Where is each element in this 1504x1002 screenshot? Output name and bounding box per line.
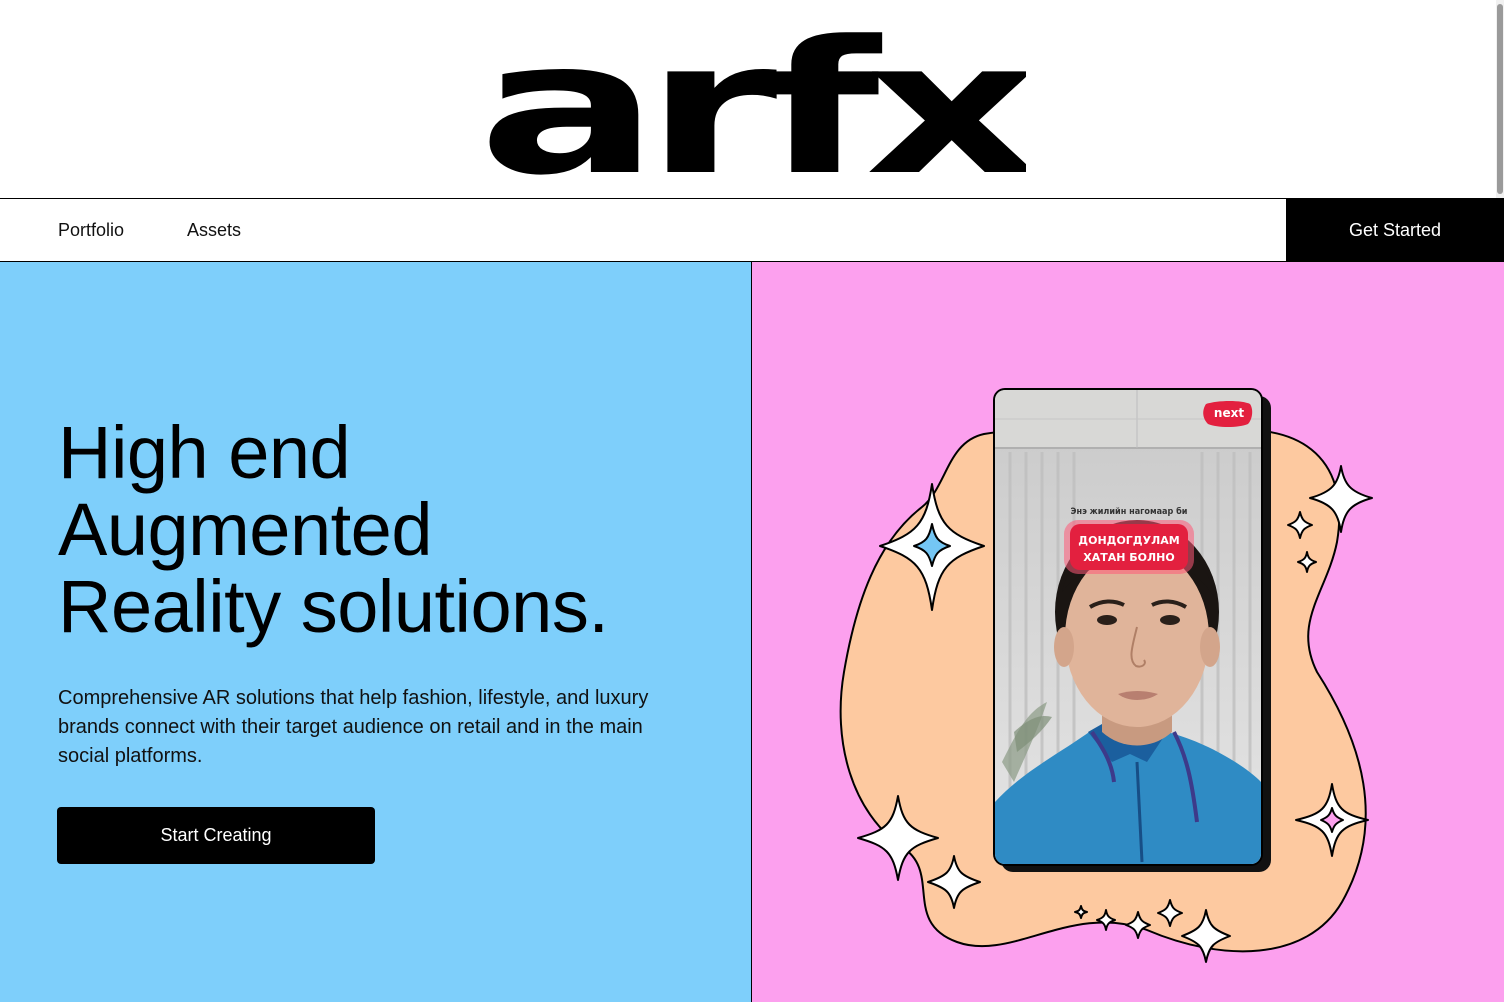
- logo-text: arfx: [478, 18, 1026, 178]
- nav-link-assets[interactable]: Assets: [187, 199, 241, 261]
- ar-banner-small-text: Энэ жилийн нагомаар би: [1071, 506, 1188, 517]
- get-started-button[interactable]: Get Started: [1286, 199, 1504, 261]
- headline-line-1: High end: [58, 411, 351, 494]
- hero-illustration: Энэ жилийн нагомаар би ДОНДОГДУЛАМ ХАТАН…: [839, 388, 1373, 963]
- arfx-logo[interactable]: arfx: [478, 18, 1026, 178]
- ar-banner-line2: ХАТАН БОЛНО: [1083, 551, 1174, 564]
- headline-line-3: Reality solutions.: [58, 565, 609, 648]
- header-logo-band: arfx: [0, 0, 1504, 199]
- nav-link-portfolio[interactable]: Portfolio: [58, 199, 124, 261]
- hero-left-panel: High end Augmented Reality solutions. Co…: [0, 262, 752, 1002]
- phone-screen: Энэ жилийн нагомаар би ДОНДОГДУЛАМ ХАТАН…: [995, 390, 1261, 864]
- hero-headline: High end Augmented Reality solutions.: [58, 414, 718, 645]
- hero-description: Comprehensive AR solutions that help fas…: [58, 687, 649, 767]
- headline-line-2: Augmented: [58, 488, 433, 571]
- page-scrollbar[interactable]: [1496, 0, 1504, 198]
- start-creating-button[interactable]: Start Creating: [57, 807, 375, 864]
- hero-right-panel: Энэ жилийн нагомаар би ДОНДОГДУЛАМ ХАТАН…: [752, 262, 1504, 1002]
- top-nav: Portfolio Assets Get Started: [0, 199, 1504, 262]
- ar-banner-line1: ДОНДОГДУЛАМ: [1078, 534, 1179, 547]
- next-badge-text: next: [1214, 406, 1244, 420]
